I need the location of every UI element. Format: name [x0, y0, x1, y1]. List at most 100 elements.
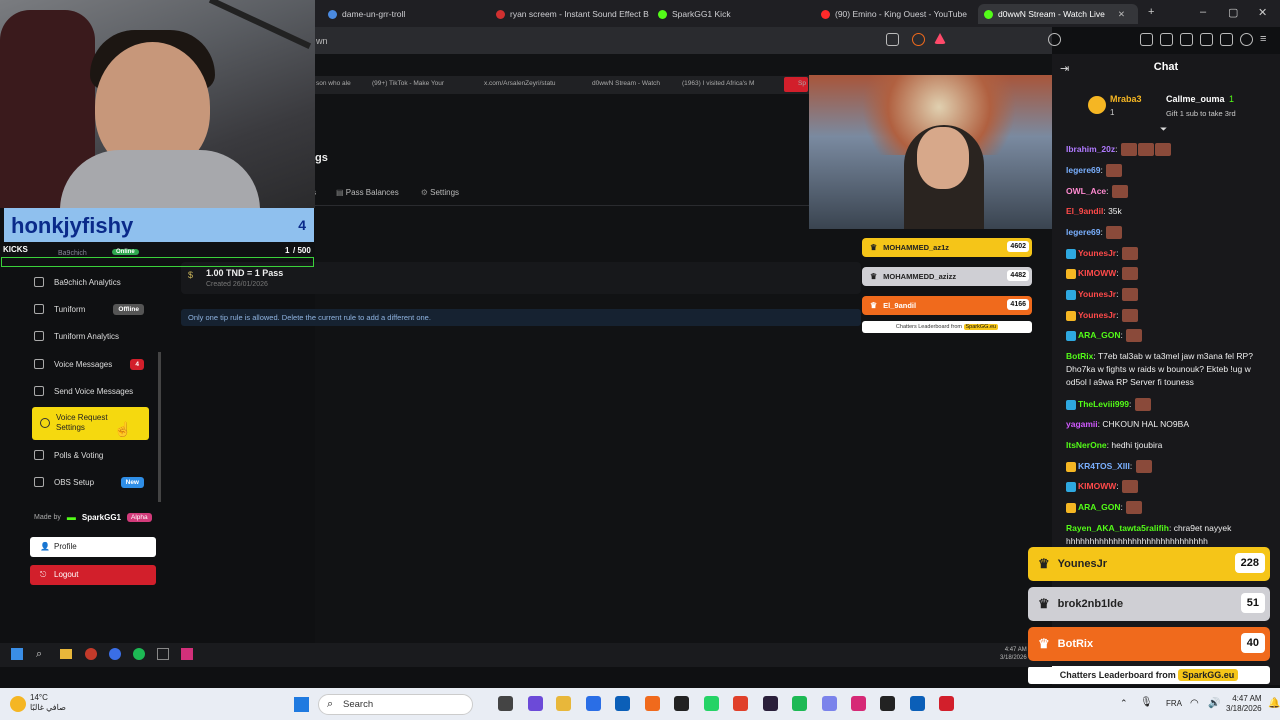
crown-icon: ♛ — [870, 272, 878, 281]
maximize-icon[interactable]: ▢ — [1228, 6, 1238, 19]
gift-sub-prompt[interactable]: Gift 1 sub to take 3rd — [1166, 109, 1236, 118]
browser-tab[interactable]: ryan screem - Instant Sound Effect B — [490, 4, 650, 24]
extension-icon[interactable] — [1048, 33, 1061, 46]
big-leaderboard-name: BotRix — [1057, 638, 1094, 650]
taskbar-search[interactable]: ⌕ Search — [318, 694, 473, 715]
weather-widget[interactable]: 14°C صافي غالبًا — [30, 693, 66, 713]
chat-username[interactable]: KIMOWW — [1078, 268, 1116, 278]
file-explorer-icon[interactable] — [586, 696, 601, 711]
obs-icon[interactable] — [704, 696, 719, 711]
chat-username[interactable]: yagamii — [1066, 419, 1098, 429]
brave-shield-icon[interactable] — [912, 33, 925, 46]
share-icon[interactable] — [886, 33, 899, 46]
crown-icon: ♛ — [870, 301, 878, 310]
wallet-icon[interactable] — [1200, 33, 1213, 46]
sidebar-item[interactable]: Tuniform Offline — [34, 298, 144, 320]
menu-icon[interactable]: ≡ — [1260, 33, 1273, 46]
notification-bell-icon[interactable]: 🔔 — [1268, 698, 1280, 709]
app-icon[interactable] — [910, 696, 925, 711]
mic-icon[interactable]: 🎙 — [1140, 697, 1153, 708]
minimize-icon[interactable]: – — [1200, 6, 1206, 18]
chat-username[interactable]: El_9andil — [1066, 206, 1103, 216]
outlook-icon[interactable] — [645, 696, 660, 711]
chat-username[interactable]: ItsNerOne — [1066, 440, 1107, 450]
chat-emote-icon — [1126, 329, 1143, 343]
vpn-icon[interactable] — [1220, 33, 1233, 46]
chat-colon: : — [1116, 310, 1121, 320]
chat-username[interactable]: YounesJr — [1078, 310, 1116, 320]
chat-message: YounesJr: — [1066, 288, 1266, 302]
sidebar-item[interactable]: OBS Setup New — [34, 471, 144, 493]
chevron-up-icon[interactable]: ⌃ — [1120, 698, 1128, 709]
instagram-icon[interactable] — [880, 696, 895, 711]
sidebar-item[interactable]: Ba9chich Analytics — [34, 271, 144, 293]
browser-tab[interactable]: d0wwN Stream - Watch Live ✕ — [978, 4, 1138, 24]
chat-username[interactable]: Rayen_AKA_tawta5ralifih — [1066, 523, 1169, 533]
rewards-icon[interactable] — [934, 33, 946, 44]
inner-tab[interactable]: d0wwN Stream - Watch — [592, 80, 660, 87]
pinned-user-1[interactable]: Mraba3 — [1110, 94, 1142, 104]
spotify-icon[interactable] — [822, 696, 837, 711]
chat-username[interactable]: TheLeviii999 — [1078, 399, 1129, 409]
language-indicator[interactable]: FRA — [1166, 699, 1182, 708]
copilot-icon[interactable] — [528, 696, 543, 711]
sidebar-item[interactable]: Polls & Voting — [34, 444, 144, 466]
chat-message: TheLeviii999: — [1066, 398, 1266, 412]
weather-sun-icon[interactable] — [10, 696, 26, 712]
app2-icon[interactable] — [939, 696, 954, 711]
close-tab-icon[interactable]: ✕ — [1118, 9, 1125, 20]
big-leaderboard-score: 51 — [1240, 593, 1265, 613]
pinned-user-2[interactable]: Callme_ouma — [1166, 94, 1225, 104]
chat-username[interactable]: OWL_Ace — [1066, 186, 1106, 196]
wifi-icon[interactable]: ◠ — [1190, 698, 1199, 709]
chat-username[interactable]: legere69 — [1066, 165, 1101, 175]
inner-tab[interactable]: (1963) I visited Africa's M — [682, 80, 754, 87]
chat-username[interactable]: KIMOWW — [1078, 481, 1116, 491]
task-view-icon[interactable] — [498, 696, 513, 711]
sidebar-toggle-icon[interactable] — [1180, 33, 1193, 46]
media-icon[interactable] — [1160, 33, 1173, 46]
close-window-icon[interactable]: ✕ — [1258, 6, 1267, 19]
whatsapp-icon[interactable] — [733, 696, 748, 711]
tab-settings[interactable]: ⚙ Settings — [421, 188, 459, 197]
chat-username[interactable]: ARA_GON — [1078, 330, 1121, 340]
big-leaderboard-footer-label: Chatters Leaderboard from — [1059, 670, 1176, 680]
capcut-icon[interactable] — [792, 696, 807, 711]
inner-tab[interactable]: (99+) TikTok - Make Your — [372, 80, 444, 87]
sidebar-item[interactable]: Send Voice Messages — [34, 380, 144, 402]
brave-icon[interactable] — [674, 696, 689, 711]
browser-tab[interactable]: SparkGG1 Kick — [652, 4, 792, 24]
tab-pass-balances[interactable]: ▤ Pass Balances — [336, 188, 399, 197]
sidebar-item-voice-request-settings[interactable]: Voice Request Settings — [32, 407, 149, 440]
sidebar-scrollbar[interactable] — [158, 352, 161, 502]
system-clock[interactable]: 4:47 AM 3/18/2026 — [1226, 694, 1262, 714]
teams-icon[interactable] — [851, 696, 866, 711]
sidebar-item[interactable]: Voice Messages 4 — [34, 353, 144, 375]
inner-tab[interactable]: son who ale — [316, 80, 351, 87]
chat-username[interactable]: YounesJr — [1078, 248, 1116, 258]
chat-username[interactable]: Ibrahim_20z — [1066, 144, 1115, 154]
chat-colon: : — [1120, 502, 1126, 512]
edge-icon[interactable] — [556, 696, 571, 711]
store-icon[interactable] — [615, 696, 630, 711]
download-icon[interactable] — [1140, 33, 1153, 46]
new-tab-icon[interactable]: + — [1148, 6, 1154, 18]
browser-tab[interactable]: dame-un-grr-troll — [322, 4, 472, 24]
chat-username[interactable]: BotRix — [1066, 351, 1093, 361]
browser-tab-label: dame-un-grr-troll — [342, 9, 406, 19]
profile-button[interactable]: 👤 Profile — [30, 537, 156, 557]
chat-username[interactable]: YounesJr — [1078, 289, 1116, 299]
sidebar-item[interactable]: Tuniform Analytics — [34, 325, 144, 347]
inner-tab[interactable]: x.com/ArsalenZeyri/statu — [484, 80, 556, 87]
windows-start-icon[interactable] — [294, 697, 309, 712]
chat-username[interactable]: KR4TOS_XIII — [1078, 461, 1130, 471]
inner-tab[interactable]: Sp — [798, 80, 806, 87]
chat-username[interactable]: ARA_GON — [1078, 502, 1121, 512]
volume-icon[interactable]: 🔊 — [1208, 698, 1220, 709]
browser-tab[interactable]: (90) Emino - King Ouest - YouTube — [815, 4, 975, 24]
chrome-icon[interactable] — [763, 696, 778, 711]
chat-username[interactable]: legere69 — [1066, 227, 1101, 237]
expand-icon[interactable]: ⏷ — [1160, 124, 1167, 135]
logout-button[interactable]: ⎋ Logout — [30, 565, 156, 585]
shield-icon[interactable] — [1240, 33, 1253, 46]
